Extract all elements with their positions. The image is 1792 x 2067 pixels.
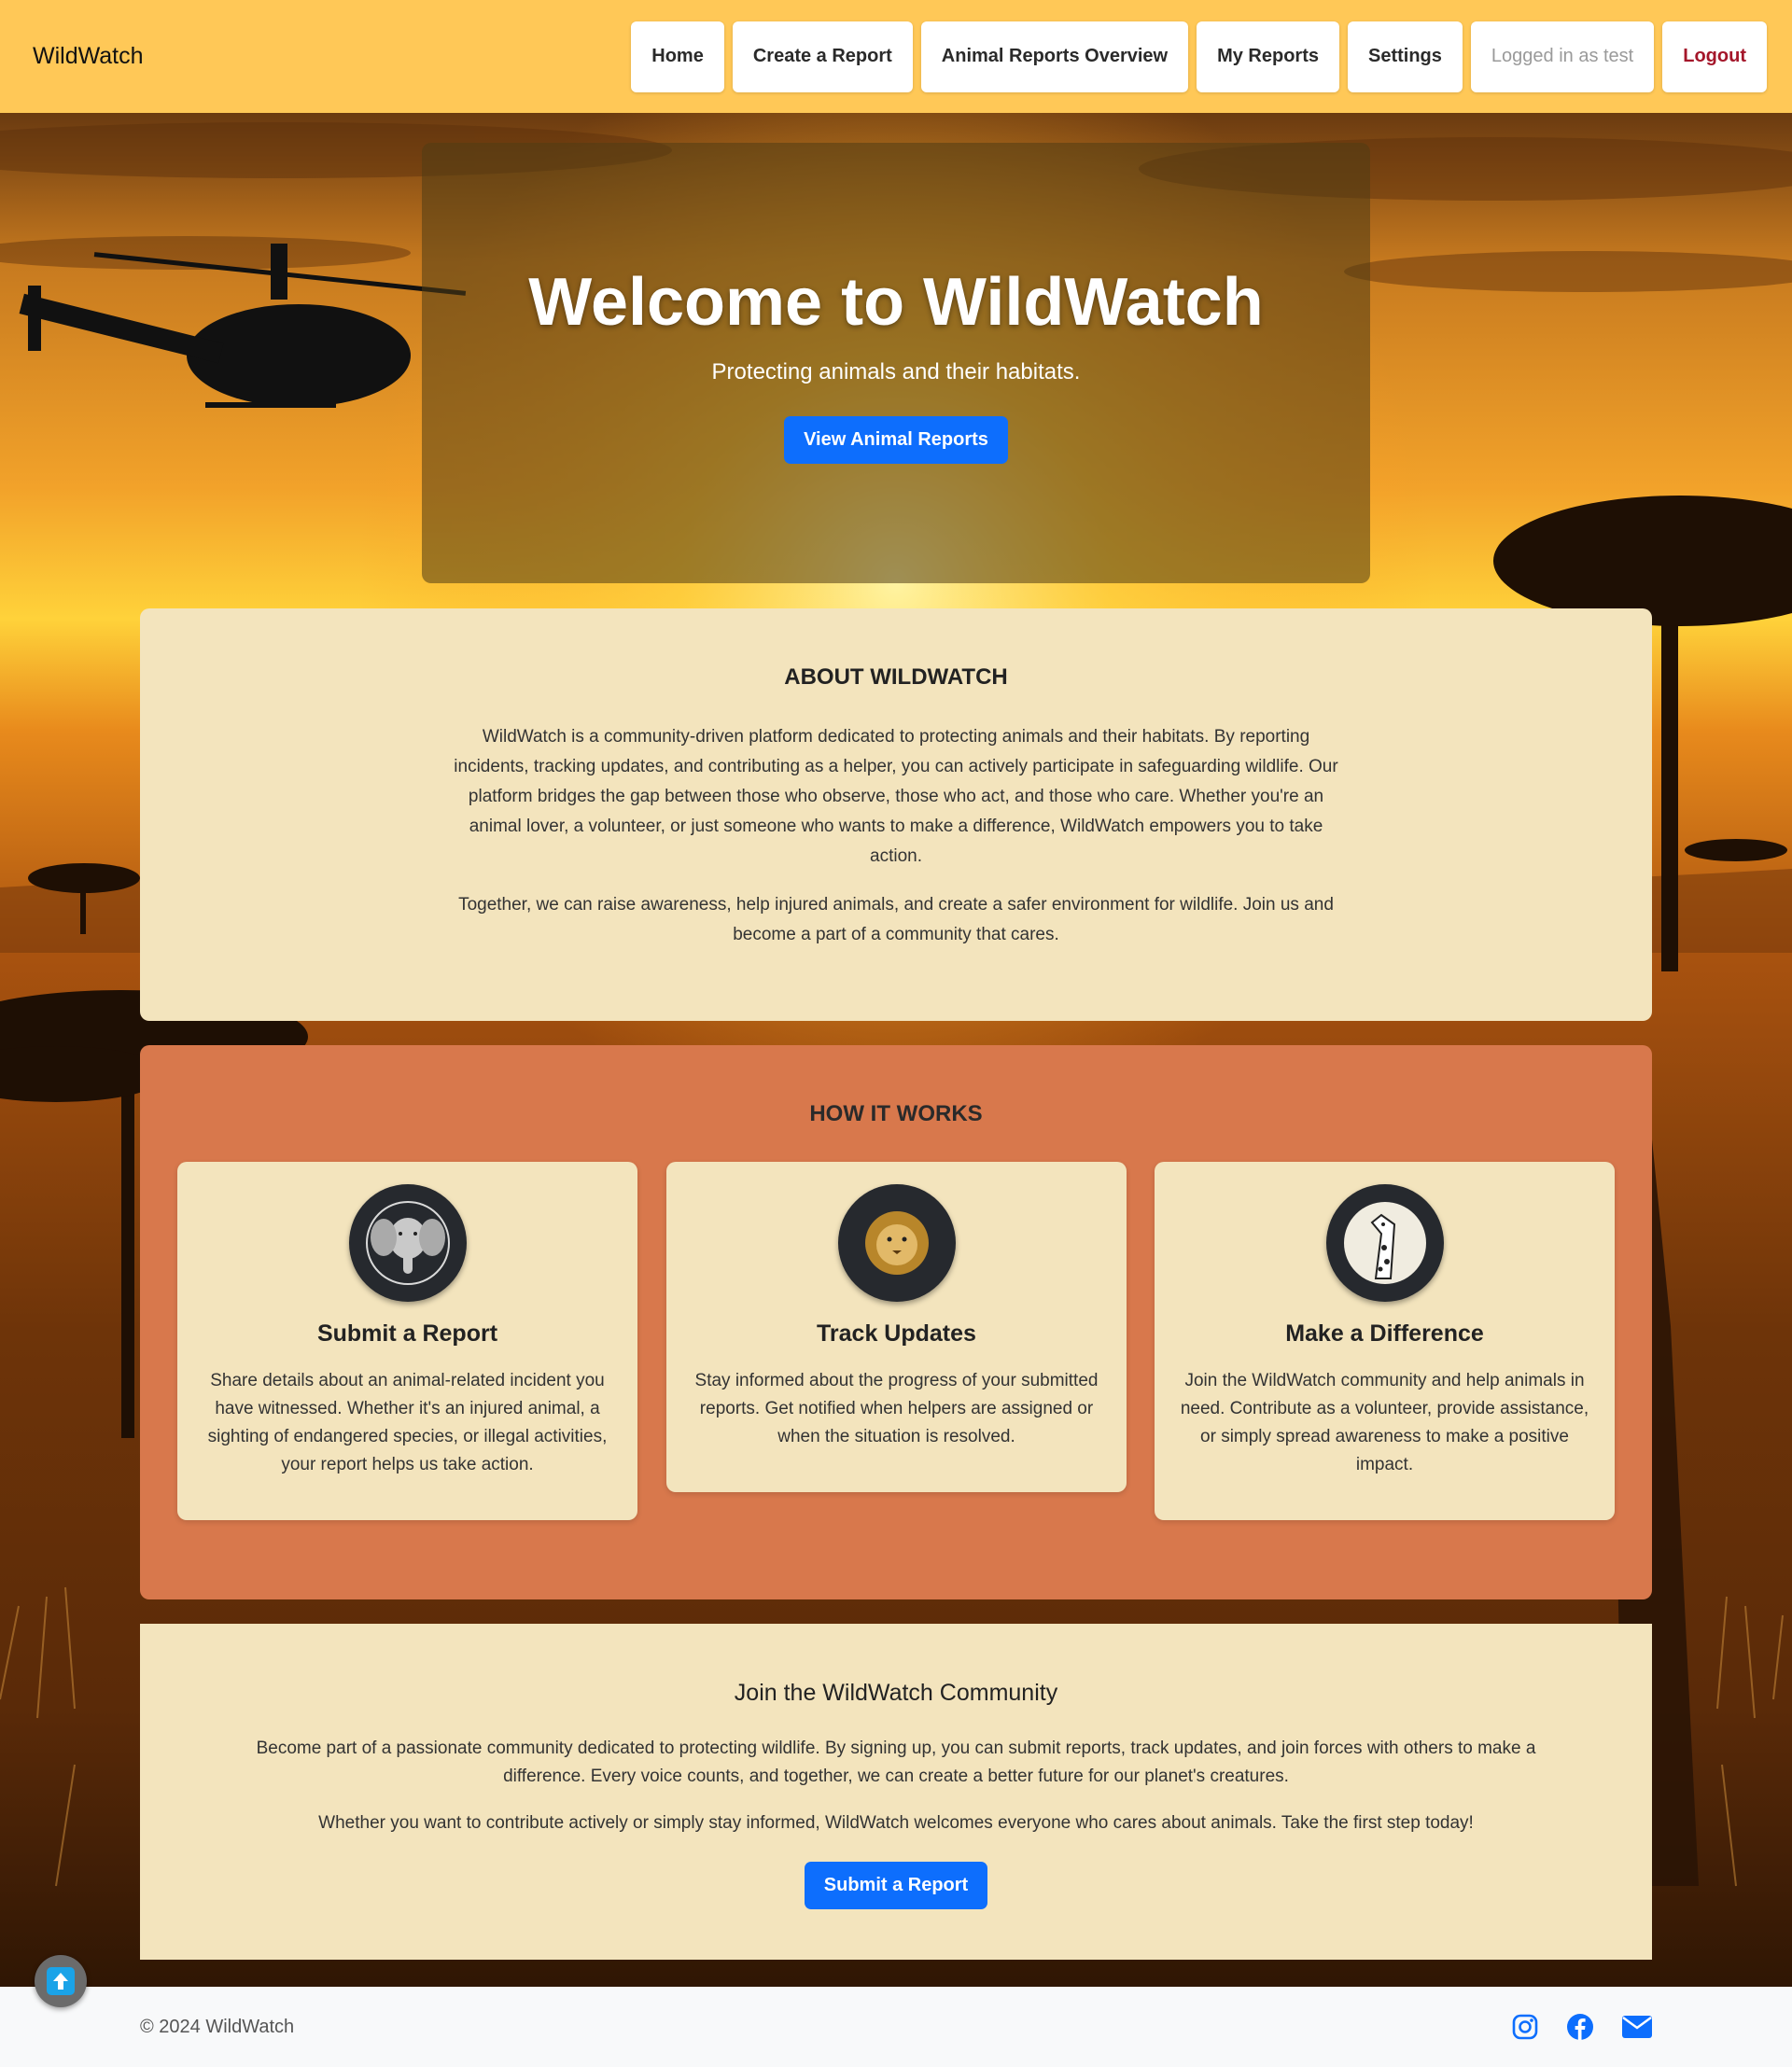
nav-my-reports-button[interactable]: My Reports bbox=[1197, 21, 1339, 92]
footer: © 2024 WildWatch bbox=[0, 1987, 1792, 2067]
social-links bbox=[1512, 2013, 1652, 2041]
lion-icon bbox=[837, 1184, 956, 1302]
facebook-icon[interactable] bbox=[1566, 2013, 1594, 2041]
about-paragraph: Together, we can raise awareness, help i… bbox=[458, 895, 1334, 944]
scroll-to-top-button[interactable] bbox=[35, 1955, 87, 2007]
how-it-works-heading: HOW IT WORKS bbox=[809, 1101, 983, 1126]
feature-card-submit: Submit a Report Share details about an a… bbox=[177, 1162, 637, 1520]
how-it-works-section: HOW IT WORKS Submit a Report Share detai… bbox=[140, 1045, 1652, 1599]
view-animal-reports-button[interactable]: View Animal Reports bbox=[784, 416, 1008, 464]
email-icon[interactable] bbox=[1622, 2016, 1652, 2038]
about-paragraph: WildWatch is a community-driven platform… bbox=[454, 727, 1338, 866]
instagram-icon[interactable] bbox=[1512, 2014, 1538, 2040]
feature-card-text: Stay informed about the progress of your… bbox=[694, 1371, 1099, 1446]
navbar: WildWatch Home Create a Report Animal Re… bbox=[0, 0, 1792, 113]
nav-home-button[interactable]: Home bbox=[631, 21, 724, 92]
about-heading: ABOUT WILDWATCH bbox=[784, 664, 1008, 690]
nav-create-report-button[interactable]: Create a Report bbox=[732, 21, 913, 92]
nav-settings-button[interactable]: Settings bbox=[1348, 21, 1463, 92]
logout-button[interactable]: Logout bbox=[1662, 21, 1767, 92]
feature-card-text: Join the WildWatch community and help an… bbox=[1180, 1371, 1589, 1474]
nav-links: Home Create a Report Animal Reports Over… bbox=[631, 21, 1767, 92]
feature-card-text: Share details about an animal-related in… bbox=[207, 1371, 608, 1474]
join-paragraph: Whether you want to contribute actively … bbox=[318, 1813, 1474, 1833]
feature-card-title: Make a Difference bbox=[1285, 1320, 1484, 1347]
nav-reports-overview-button[interactable]: Animal Reports Overview bbox=[920, 21, 1189, 92]
hero-subtitle: Protecting animals and their habitats. bbox=[711, 359, 1081, 384]
arrow-up-icon bbox=[47, 1967, 75, 1995]
copyright-text: © 2024 WildWatch bbox=[140, 2016, 295, 2037]
feature-card-difference: Make a Difference Join the WildWatch com… bbox=[1155, 1162, 1615, 1520]
feature-card-title: Submit a Report bbox=[316, 1320, 498, 1347]
elephant-icon bbox=[348, 1184, 467, 1302]
giraffe-icon bbox=[1325, 1184, 1444, 1302]
brand-logo[interactable]: WildWatch bbox=[33, 43, 144, 70]
about-section: ABOUT WILDWATCH WildWatch is a community… bbox=[140, 608, 1652, 1021]
join-heading: Join the WildWatch Community bbox=[734, 1680, 1058, 1706]
hero-title: Welcome to WildWatch bbox=[528, 265, 1264, 340]
logged-in-status: Logged in as test bbox=[1470, 21, 1655, 92]
submit-report-button[interactable]: Submit a Report bbox=[804, 1862, 988, 1909]
hero-banner: Welcome to WildWatch Protecting animals … bbox=[422, 143, 1370, 583]
join-paragraph: Become part of a passionate community de… bbox=[256, 1739, 1536, 1786]
feature-card-title: Track Updates bbox=[817, 1320, 976, 1347]
feature-card-track: Track Updates Stay informed about the pr… bbox=[666, 1162, 1127, 1492]
join-community-section: Join the WildWatch Community Become part… bbox=[140, 1624, 1652, 1960]
